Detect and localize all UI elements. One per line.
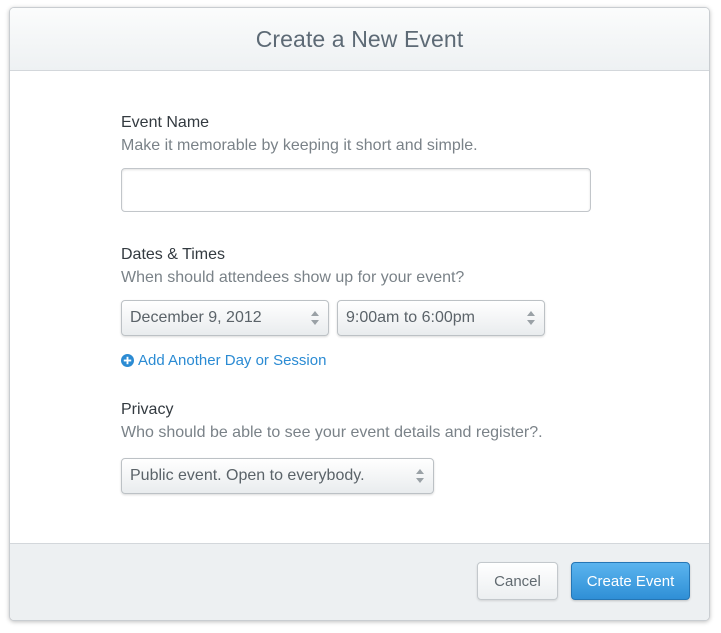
up-down-arrows-icon (311, 311, 319, 325)
event-name-label: Event Name (121, 114, 210, 131)
event-name-help: Make it memorable by keeping it short an… (121, 137, 478, 154)
privacy-section: Privacy Who should be able to see your e… (121, 400, 543, 443)
date-select[interactable]: December 9, 2012 (121, 300, 329, 336)
modal-header: Create a New Event (10, 8, 709, 71)
date-select-value: December 9, 2012 (130, 309, 262, 326)
event-name-input[interactable] (121, 168, 591, 212)
create-event-modal: Create a New Event Event Name Make it me… (9, 7, 710, 621)
add-day-session-label: Add Another Day or Session (138, 352, 327, 369)
privacy-label: Privacy (121, 401, 174, 418)
dates-section: Dates & Times When should attendees show… (121, 245, 464, 288)
time-select[interactable]: 9:00am to 6:00pm (337, 300, 545, 336)
privacy-select[interactable]: Public event. Open to everybody. (121, 458, 434, 494)
modal-footer: Cancel Create Event (10, 543, 709, 620)
event-name-section: Event Name Make it memorable by keeping … (121, 113, 478, 156)
cancel-button[interactable]: Cancel (477, 562, 558, 600)
dates-label: Dates & Times (121, 246, 226, 263)
time-select-value: 9:00am to 6:00pm (346, 309, 475, 326)
privacy-help: Who should be able to see your event det… (121, 424, 543, 441)
plus-circle-icon (121, 354, 134, 367)
modal-body: Event Name Make it memorable by keeping … (10, 71, 709, 542)
privacy-select-value: Public event. Open to everybody. (130, 467, 365, 484)
add-day-session-link[interactable]: Add Another Day or Session (121, 352, 326, 369)
up-down-arrows-icon (527, 311, 535, 325)
dates-help: When should attendees show up for your e… (121, 269, 465, 286)
create-event-button[interactable]: Create Event (571, 562, 690, 600)
modal-title: Create a New Event (255, 25, 464, 52)
up-down-arrows-icon (416, 469, 424, 483)
